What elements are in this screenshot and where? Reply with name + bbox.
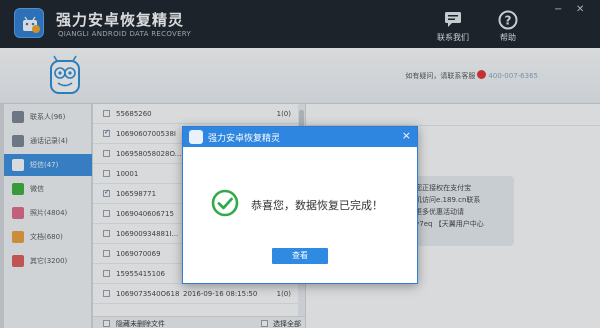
- success-dialog: 强力安卓恢复精灵 × 恭喜您，数据恢复已完成！ 查看: [182, 126, 418, 284]
- success-check-icon: [211, 189, 239, 219]
- dialog-message: 恭喜您，数据恢复已完成！: [251, 199, 383, 212]
- view-button[interactable]: 查看: [272, 248, 328, 264]
- dialog-header: 强力安卓恢复精灵 ×: [183, 127, 417, 147]
- dialog-close-button[interactable]: ×: [402, 129, 411, 142]
- app-logo-icon: [189, 130, 203, 144]
- dialog-title: 强力安卓恢复精灵: [208, 134, 281, 144]
